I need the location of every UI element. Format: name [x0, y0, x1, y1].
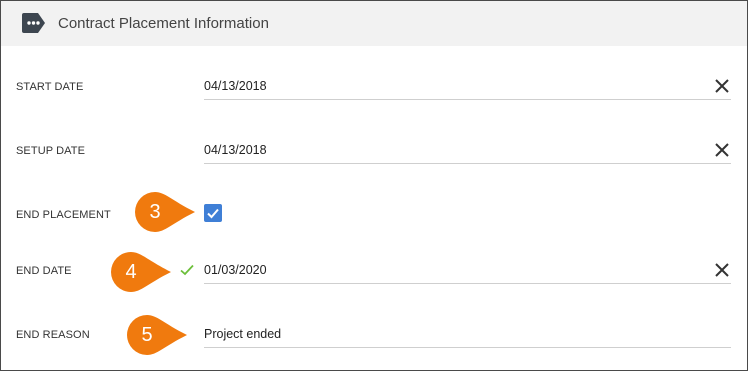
- panel-header: Contract Placement Information: [1, 1, 747, 46]
- contract-placement-panel: Contract Placement Information START DAT…: [0, 0, 748, 371]
- callout-number: 4: [125, 261, 137, 283]
- valid-check-icon: [179, 263, 195, 282]
- panel-title: Contract Placement Information: [58, 15, 269, 32]
- setup-date-value: 04/13/2018: [204, 143, 267, 157]
- start-date-value: 04/13/2018: [204, 79, 267, 93]
- setup-date-label: SETUP DATE: [16, 145, 86, 157]
- end-date-clear-icon[interactable]: [713, 261, 731, 279]
- setup-date-clear-icon[interactable]: [713, 141, 731, 159]
- callout-number: 5: [141, 324, 153, 346]
- end-date-field[interactable]: 01/03/2020: [204, 259, 731, 284]
- end-placement-label: END PLACEMENT: [16, 209, 111, 221]
- tag-icon: [21, 12, 47, 39]
- start-date-field[interactable]: 04/13/2018: [204, 75, 731, 100]
- setup-date-field[interactable]: 04/13/2018: [204, 139, 731, 164]
- end-date-label: END DATE: [16, 265, 72, 277]
- callout-number: 3: [149, 201, 161, 223]
- end-reason-field[interactable]: Project ended: [204, 323, 731, 348]
- checkmark-icon: [207, 208, 219, 219]
- end-placement-checkbox[interactable]: [204, 204, 222, 222]
- start-date-label: START DATE: [16, 81, 84, 93]
- end-date-value: 01/03/2020: [204, 263, 267, 277]
- start-date-clear-icon[interactable]: [713, 77, 731, 95]
- end-reason-value: Project ended: [204, 327, 282, 341]
- end-reason-label: END REASON: [16, 329, 90, 341]
